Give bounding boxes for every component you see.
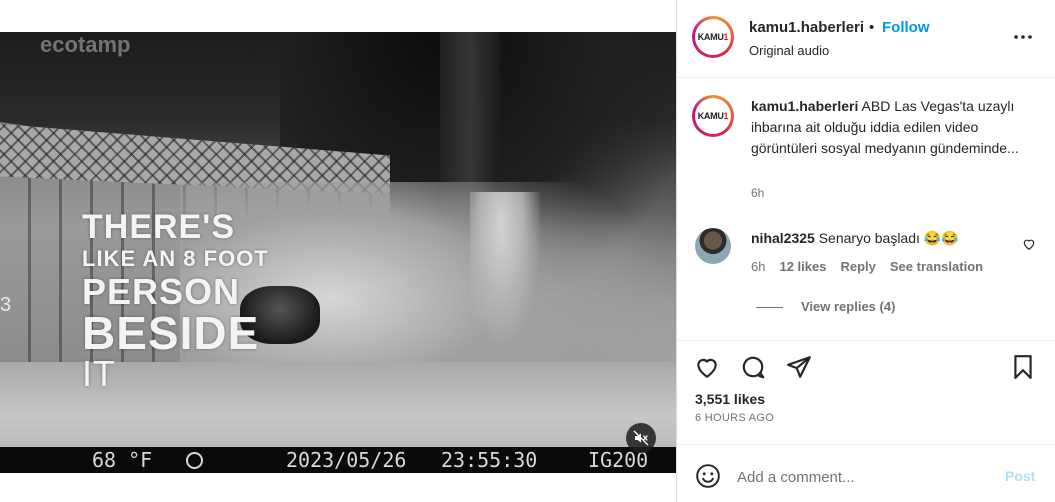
more-icon [1014,35,1032,39]
avatar-logo: KAMU 1 [695,98,731,134]
mute-button[interactable] [626,423,656,453]
more-options-button[interactable] [1011,25,1035,49]
comment-text: Senaryo başladı 😂😂 [818,230,959,246]
share-button[interactable] [785,353,813,381]
camera-date: 2023/05/26 [286,448,407,472]
view-replies-button[interactable]: View replies (4) [801,299,895,314]
comment-input[interactable] [737,463,987,491]
audio-link[interactable]: Original audio [749,43,829,58]
comment-likes[interactable]: 12 likes [779,259,826,274]
post-time-ago: 6 HOURS AGO [695,412,775,424]
video-left-number: 3 [0,294,12,316]
actions-divider [677,340,1055,341]
post-caption: kamu1.haberleri ABD Las Vegas'ta uzaylı … [751,96,1036,159]
post-header: KAMU 1 kamu1.haberleri • Follow Original … [677,0,1055,78]
heart-icon [697,358,717,378]
replies-divider [756,307,783,308]
video-overlay-text: THERE'S LIKE AN 8 FOOT PERSON BESIDE IT [82,210,269,392]
see-translation-button[interactable]: See translation [890,259,983,274]
caption-username[interactable]: kamu1.haberleri [751,98,858,114]
bookmark-icon [1014,355,1032,379]
follow-button[interactable]: Follow [882,19,930,36]
video-player[interactable]: ecotamp 3 THERE'S LIKE AN 8 FOOT PERSON … [0,32,676,473]
mute-icon [633,430,649,446]
avatar-logo-accent: 1 [723,111,729,121]
share-icon [787,356,811,378]
comment-button[interactable] [739,353,767,381]
likes-count[interactable]: 3,551 likes [695,391,765,407]
moon-phase-icon [186,452,203,469]
avatar-logo-text: KAMU [697,111,724,121]
comment-avatar[interactable] [695,228,731,264]
overlay-line-1: THERE'S [82,208,235,246]
video-watermark: ecotamp [40,32,131,57]
save-button[interactable] [1009,353,1037,381]
video-figure [470,192,540,342]
camera-temperature: 68 °F [92,448,153,472]
overlay-line-4: BESIDE [82,307,260,359]
avatar[interactable]: KAMU 1 [692,16,734,58]
comment-meta: 6h 12 likes Reply See translation [751,259,983,274]
avatar-logo-accent: 1 [723,32,729,42]
add-comment-divider [677,444,1055,445]
avatar-logo-text: KAMU [697,32,724,42]
comment-time[interactable]: 6h [751,259,765,274]
emoji-icon [696,464,720,488]
reply-button[interactable]: Reply [840,259,875,274]
post-side-panel: KAMU 1 kamu1.haberleri • Follow Original … [676,0,1055,502]
like-button[interactable] [693,353,721,381]
post-comment-button[interactable]: Post [1005,468,1035,484]
caption-timestamp[interactable]: 6h [751,186,764,200]
emoji-button[interactable] [695,463,721,494]
comment-icon [742,356,765,379]
avatar-logo: KAMU 1 [695,19,731,55]
camera-info-bar: 68 °F 2023/05/26 23:55:30 IG200 [0,447,676,473]
camera-time: 23:55:30 [441,448,538,472]
media-area: ecotamp 3 THERE'S LIKE AN 8 FOOT PERSON … [0,0,676,502]
overlay-line-2: LIKE AN 8 FOOT [82,246,269,271]
comment-like-button[interactable] [1022,237,1036,256]
heart-icon [1023,239,1035,250]
overlay-line-3: PERSON [82,271,241,312]
caption-avatar[interactable]: KAMU 1 [692,95,734,137]
header-separator: • [869,19,875,36]
header-username[interactable]: kamu1.haberleri [749,19,864,36]
overlay-line-5: IT [82,353,116,394]
comment-body: nihal2325 Senaryo başladı 😂😂 [751,230,959,247]
comment-username[interactable]: nihal2325 [751,230,815,246]
